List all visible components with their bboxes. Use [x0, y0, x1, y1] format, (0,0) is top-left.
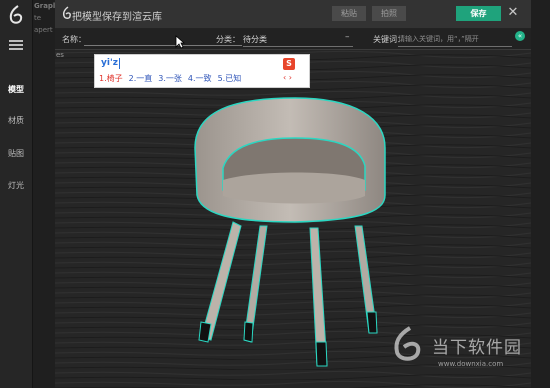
ime-candidate[interactable]: 2.一直: [129, 74, 153, 83]
chevron-down-icon[interactable]: –: [345, 32, 350, 42]
save-button[interactable]: 保存: [456, 6, 501, 21]
chair-shell: [194, 97, 386, 223]
sidebar-item-texture[interactable]: 贴图: [0, 148, 32, 159]
screenshot-button[interactable]: 拍照: [372, 6, 406, 21]
ime-candidate[interactable]: 1.椅子: [99, 74, 123, 83]
hamburger-menu-icon[interactable]: [9, 40, 23, 50]
text-caret: [119, 58, 120, 69]
paste-button[interactable]: 粘贴: [332, 6, 366, 21]
category-underline: [243, 46, 353, 47]
category-label: 分类：: [216, 35, 240, 44]
model-info-form: 名称： 分类： 待分类 – 关键词： 请输入关键词，用“，”隔开 «: [55, 29, 531, 50]
watermark-logo-icon: [394, 326, 421, 361]
close-icon[interactable]: ✕: [504, 4, 522, 22]
name-label: 名称：: [62, 35, 86, 44]
watermark: 当下软件园 www.downxia.com: [390, 325, 540, 370]
collapse-icon[interactable]: «: [515, 31, 525, 41]
ime-candidate-list: 1.椅子 2.一直 3.一张 4.一致 5.已知: [99, 73, 247, 84]
background-app-text: apert: [34, 26, 53, 34]
sidebar-item-material[interactable]: 材质: [0, 115, 32, 126]
mouse-pointer-icon: [175, 35, 185, 49]
ime-candidate[interactable]: 4.一致: [188, 74, 212, 83]
ime-page-arrows-icon[interactable]: ‹ ›: [283, 73, 292, 82]
ime-candidate[interactable]: 5.已知: [218, 74, 242, 83]
dialog-titlebar: 把模型保存到渲云库 粘贴 拍照 保存 ✕: [55, 0, 531, 29]
keywords-input[interactable]: 请输入关键词，用“，”隔开: [398, 34, 512, 44]
background-app-text: Grapl: [34, 2, 56, 10]
viewport-label: es: [56, 51, 64, 59]
ime-logo-icon: S: [283, 58, 295, 70]
category-select[interactable]: 待分类: [243, 34, 267, 45]
app-logo-icon: [9, 5, 23, 24]
ime-candidate-window: yi'z S 1.椅子 2.一直 3.一张 4.一致 5.已知 ‹ ›: [94, 54, 310, 88]
ime-composition-text: yi'z: [101, 58, 118, 68]
watermark-url: www.downxia.com: [438, 360, 504, 368]
keywords-underline: [398, 46, 512, 47]
sidebar-item-light[interactable]: 灯光: [0, 180, 32, 191]
ime-candidate[interactable]: 3.一张: [158, 74, 182, 83]
dialog-title: 把模型保存到渲云库: [72, 12, 162, 23]
watermark-text: 当下软件园: [432, 338, 522, 358]
sidebar-item-model[interactable]: 模型: [0, 84, 32, 95]
background-app-text: te: [34, 14, 42, 22]
app-sidebar: 模型 材质 贴图 灯光: [0, 0, 33, 388]
